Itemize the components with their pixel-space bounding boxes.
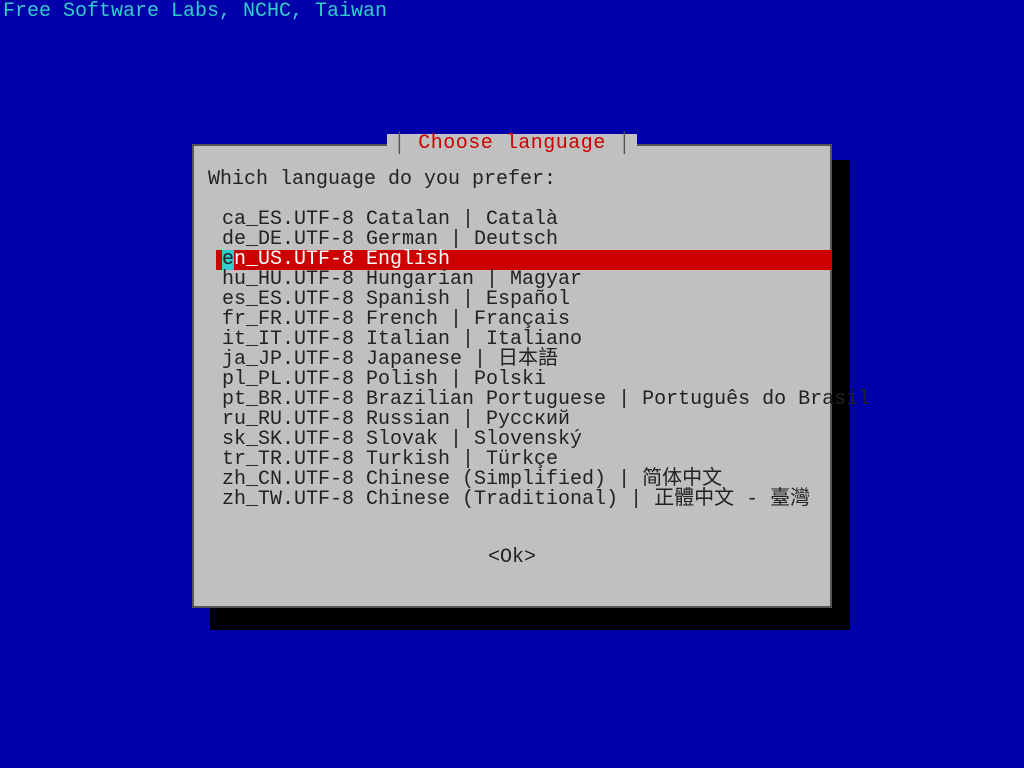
language-option[interactable]: ca_ES.UTF-8 Catalan | Català [222, 210, 802, 230]
language-option[interactable]: es_ES.UTF-8 Spanish | Español [222, 290, 802, 310]
language-option[interactable]: zh_CN.UTF-8 Chinese (Simplified) | 简体中文 [222, 470, 802, 490]
language-option[interactable]: de_DE.UTF-8 German | Deutsch [222, 230, 802, 250]
language-option[interactable]: zh_TW.UTF-8 Chinese (Traditional) | 正體中文… [222, 490, 802, 510]
language-option[interactable]: ru_RU.UTF-8 Russian | Русский [222, 410, 802, 430]
language-option[interactable]: sk_SK.UTF-8 Slovak | Slovenský [222, 430, 802, 450]
dialog-title: Choose language [387, 134, 637, 154]
dialog-title-wrap: Choose language [194, 134, 830, 154]
language-option[interactable]: pl_PL.UTF-8 Polish | Polski [222, 370, 802, 390]
language-option[interactable]: hu_HU.UTF-8 Hungarian | Magyar [222, 270, 802, 290]
header-text: Free Software Labs, NCHC, Taiwan [3, 2, 387, 22]
language-option[interactable]: en_US.UTF-8 English [216, 250, 832, 270]
language-list[interactable]: ca_ES.UTF-8 Catalan | Catalàde_DE.UTF-8 … [222, 210, 802, 510]
language-option[interactable]: pt_BR.UTF-8 Brazilian Portuguese | Portu… [222, 390, 802, 410]
language-option[interactable]: tr_TR.UTF-8 Turkish | Türkçe [222, 450, 802, 470]
language-option[interactable]: fr_FR.UTF-8 French | Français [222, 310, 802, 330]
hotkey: e [222, 250, 234, 270]
ok-button[interactable]: <Ok> [194, 548, 830, 568]
language-dialog: Choose language Which language do you pr… [192, 144, 832, 608]
language-option[interactable]: ja_JP.UTF-8 Japanese | 日本語 [222, 350, 802, 370]
language-option[interactable]: it_IT.UTF-8 Italian | Italiano [222, 330, 802, 350]
dialog-prompt: Which language do you prefer: [208, 170, 556, 190]
